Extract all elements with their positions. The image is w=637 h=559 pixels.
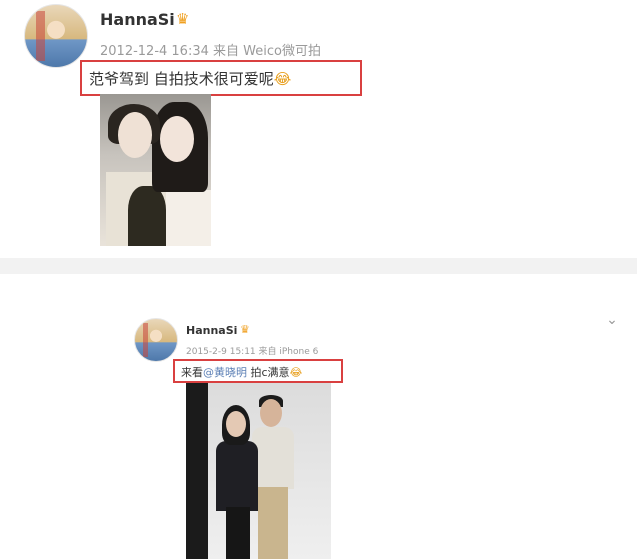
post-meta: 2015-2-9 15:11 来自 iPhone 6 [186, 347, 319, 357]
post-meta: 2012-12-4 16:34 来自 Weico微可拍 [100, 44, 321, 59]
weibo-post-1: HannaSi ♛ 2012-12-4 16:34 来自 Weico微可拍 范爷… [0, 0, 637, 258]
avatar[interactable] [134, 318, 178, 362]
emoji-icon: 😂 [289, 366, 303, 379]
crown-icon: ♛ [176, 10, 190, 28]
post-text: 范爷驾到 自拍技术很可爱呢 [89, 70, 274, 88]
post-text-before: 来看 [181, 366, 203, 379]
chevron-down-icon[interactable]: ⌄ [604, 312, 620, 328]
post-separator [0, 258, 637, 274]
crown-icon: ♛ [240, 323, 250, 336]
post-text-highlight: 来看@黄晓明 拍c满意😂 [173, 359, 343, 383]
avatar[interactable] [24, 4, 88, 68]
post-text-highlight: 范爷驾到 自拍技术很可爱呢😂 [80, 60, 362, 96]
post-photo[interactable] [100, 94, 211, 246]
post-text-after: 拍c满意 [247, 366, 290, 379]
emoji-icon: 😂 [273, 70, 292, 88]
username[interactable]: HannaSi [100, 10, 175, 29]
post-photo[interactable] [186, 383, 331, 559]
mention-link[interactable]: @黄晓明 [203, 366, 247, 379]
username[interactable]: HannaSi [186, 324, 237, 337]
